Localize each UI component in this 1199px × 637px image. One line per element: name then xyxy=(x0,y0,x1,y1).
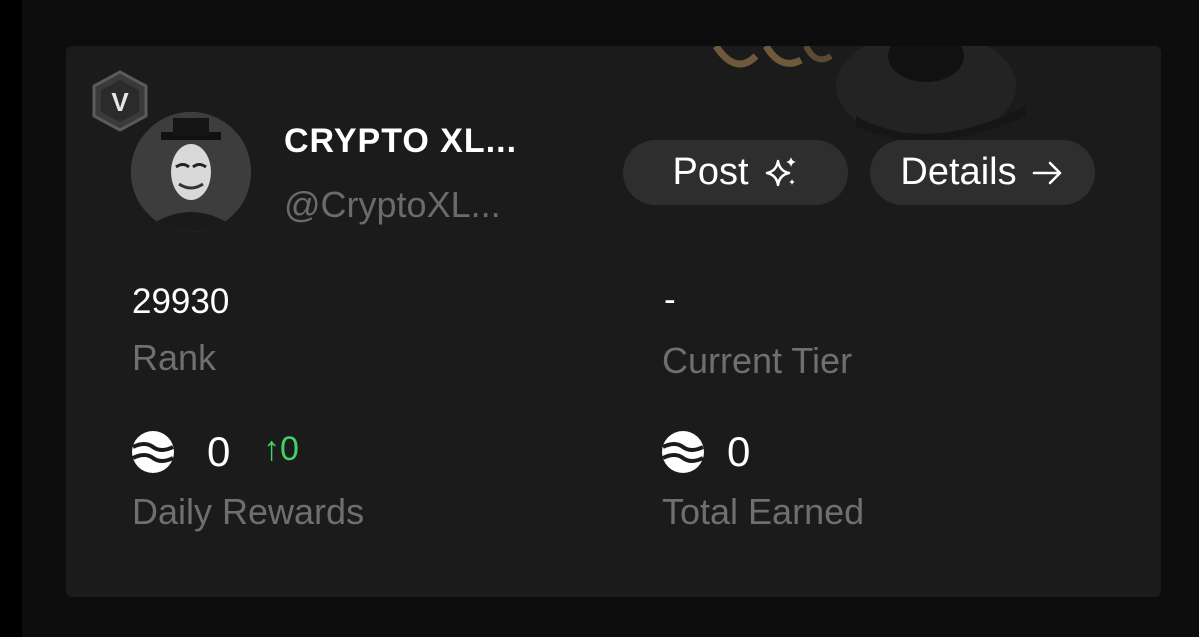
daily-rewards-delta: ↑0 xyxy=(263,430,299,468)
details-button-label: Details xyxy=(900,151,1017,193)
total-earned-value: 0 xyxy=(727,428,751,475)
post-button-label: Post xyxy=(672,151,749,193)
post-button[interactable]: Post xyxy=(623,140,848,205)
user-handle: @CryptoXL... xyxy=(284,184,501,225)
daily-rewards-label: Daily Rewards xyxy=(132,491,365,532)
token-coin-icon xyxy=(662,431,704,473)
total-earned-label: Total Earned xyxy=(662,491,865,532)
sparkles-icon xyxy=(765,156,796,186)
details-button[interactable]: Details xyxy=(870,140,1095,205)
verified-level-badge: V xyxy=(92,70,148,132)
token-coin-icon xyxy=(132,431,174,473)
daily-rewards-value: 0 xyxy=(207,428,231,475)
badge-letter: V xyxy=(111,87,129,117)
tier-value: - xyxy=(664,280,676,319)
display-name: CRYPTO XL... xyxy=(284,122,518,160)
arrow-right-icon xyxy=(1032,161,1061,184)
rank-value: 29930 xyxy=(132,282,230,321)
rank-label: Rank xyxy=(132,337,217,378)
avatar-image xyxy=(131,112,251,232)
tier-label: Current Tier xyxy=(662,340,853,381)
avatar[interactable] xyxy=(131,112,251,232)
